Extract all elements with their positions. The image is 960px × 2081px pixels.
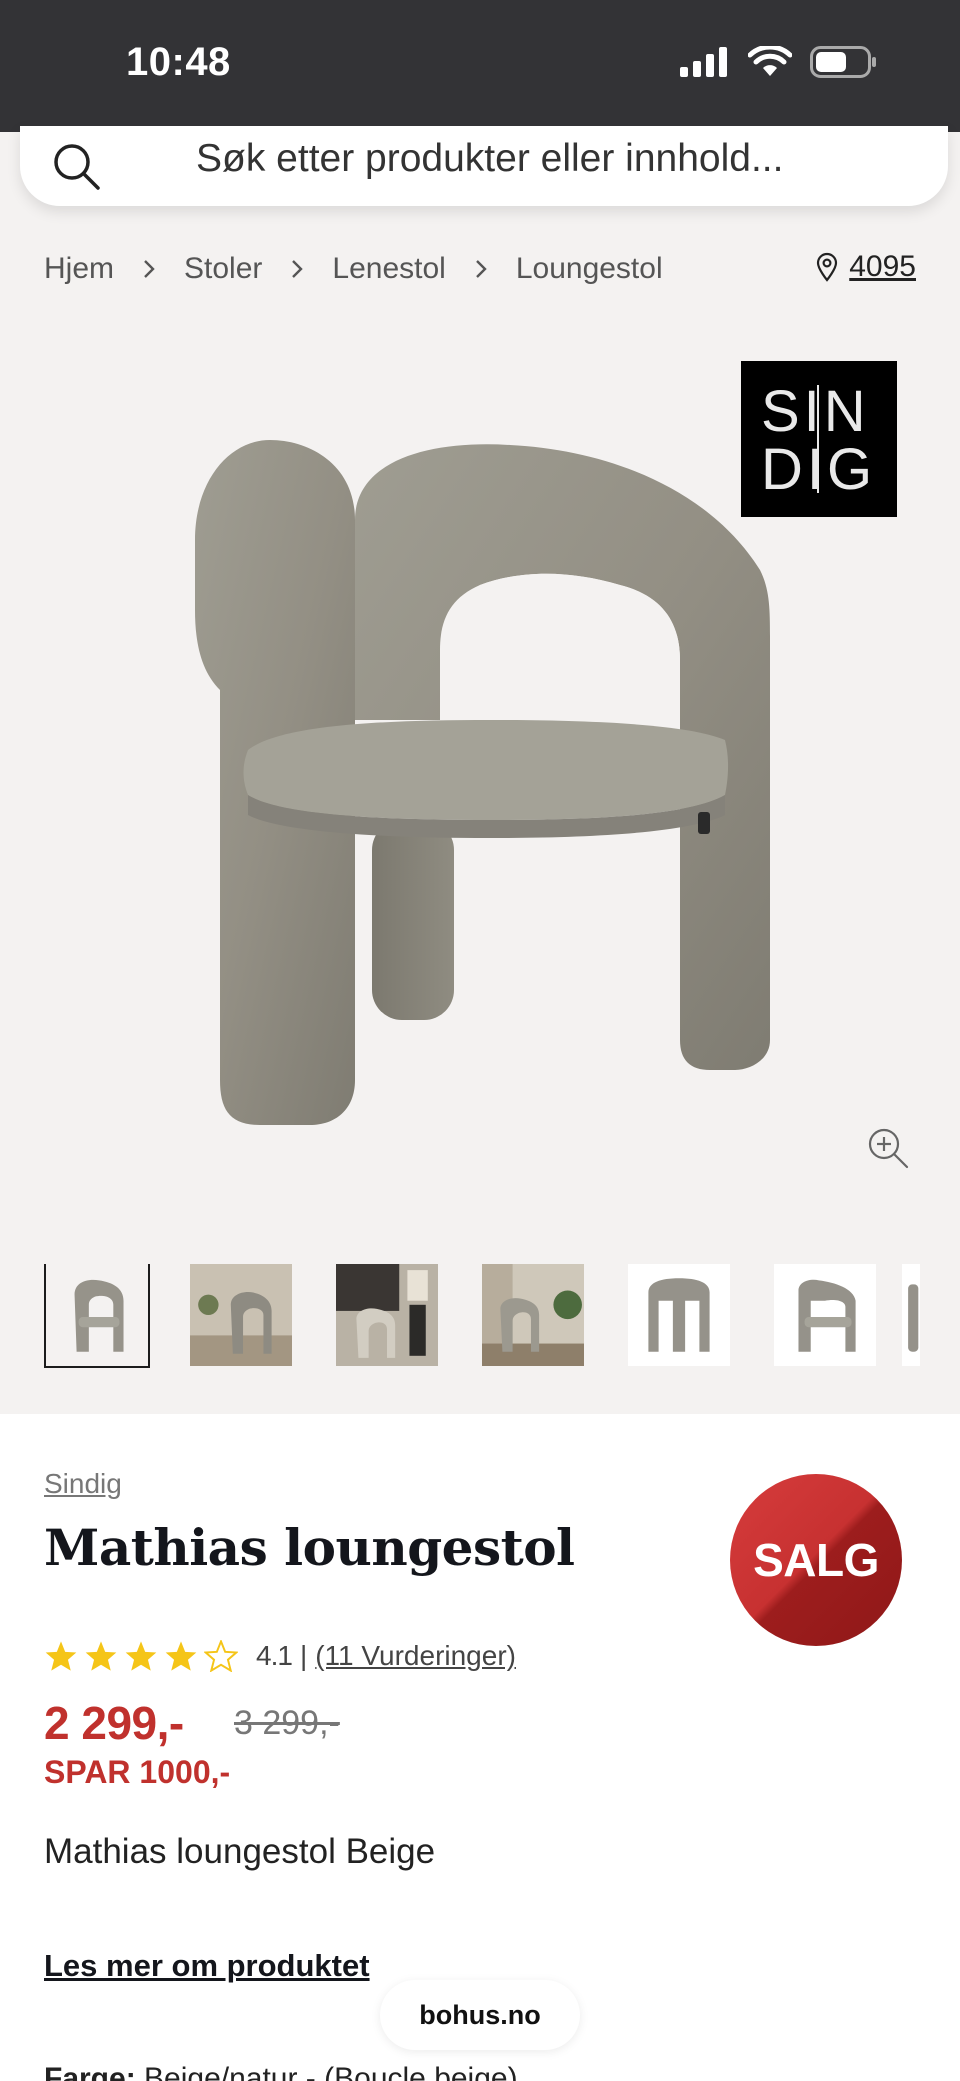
star-filled-icon bbox=[125, 1641, 157, 1671]
brand-logo-line2: DIG bbox=[761, 437, 877, 502]
breadcrumb-lenestol[interactable]: Lenestol bbox=[332, 252, 445, 286]
product-info: Sindig Mathias loungestol SALG 4.1 | (11… bbox=[0, 1414, 960, 2081]
search-input[interactable]: Søk etter produkter eller innhold... bbox=[196, 137, 783, 181]
thumbnail-chair-side[interactable] bbox=[774, 1264, 876, 1366]
search-icon bbox=[54, 144, 100, 190]
breadcrumb-home[interactable]: Hjem bbox=[44, 252, 114, 286]
color-row: Farge: Beige/natur - (Boucle beige) bbox=[44, 2062, 518, 2081]
old-price: 3 299,- bbox=[234, 1704, 340, 1742]
chevron-right-icon bbox=[142, 258, 156, 280]
zoom-in-icon[interactable] bbox=[866, 1126, 910, 1170]
saving-text: SPAR 1000,- bbox=[44, 1754, 231, 1790]
current-price: 2 299,- bbox=[44, 1697, 184, 1749]
thumbnail-chair-back[interactable] bbox=[628, 1264, 730, 1366]
color-value: Beige/natur - (Boucle beige) bbox=[144, 2062, 518, 2081]
rating-value: 4.1 bbox=[256, 1640, 293, 1671]
signal-icon bbox=[680, 47, 727, 77]
thumbnail-chair-room-1[interactable] bbox=[190, 1264, 292, 1366]
color-label: Farge: bbox=[44, 2062, 136, 2081]
brand-logo-line1: SIN bbox=[761, 379, 870, 444]
breadcrumb-stoler[interactable]: Stoler bbox=[184, 252, 262, 286]
domain-pill[interactable]: bohus.no bbox=[380, 1980, 580, 2050]
thumbnail-strip bbox=[44, 1264, 920, 1370]
star-filled-icon bbox=[165, 1641, 197, 1671]
reviews-link[interactable]: (11 Vurderinger) bbox=[315, 1640, 516, 1672]
status-time: 10:48 bbox=[126, 40, 231, 84]
search-bar[interactable]: Søk etter produkter eller innhold... bbox=[20, 126, 948, 206]
wifi-icon bbox=[748, 46, 792, 76]
product-title: Mathias loungestol bbox=[44, 1518, 575, 1577]
product-description: Mathias loungestol Beige bbox=[44, 1832, 436, 1871]
chevron-right-icon bbox=[290, 258, 304, 280]
postcode-link[interactable]: 4095 bbox=[849, 250, 916, 284]
sale-badge: SALG bbox=[730, 1474, 902, 1646]
thumbnail-chair-partial[interactable] bbox=[902, 1264, 920, 1366]
status-icons bbox=[680, 46, 878, 78]
star-filled-icon bbox=[85, 1641, 117, 1671]
chevron-right-icon bbox=[474, 258, 488, 280]
star-filled-icon bbox=[45, 1641, 77, 1671]
thumbnail-chair-front[interactable] bbox=[44, 1264, 150, 1368]
read-more-link[interactable]: Les mer om produktet bbox=[44, 1948, 370, 1984]
thumbnail-chair-room-2[interactable] bbox=[336, 1264, 438, 1366]
brand-link[interactable]: Sindig bbox=[44, 1468, 122, 1500]
battery-icon bbox=[810, 46, 876, 78]
breadcrumb-loungestol[interactable]: Loungestol bbox=[516, 252, 663, 286]
rating-stars bbox=[44, 1640, 238, 1672]
status-bar: 10:48 bbox=[0, 0, 960, 132]
rating-divider: | bbox=[299, 1640, 308, 1671]
breadcrumb: Hjem Stoler Lenestol Loungestol bbox=[44, 252, 663, 286]
thumbnail-chair-room-3[interactable] bbox=[482, 1264, 584, 1366]
product-image[interactable] bbox=[150, 420, 790, 1140]
rating: 4.1 | (11 Vurderinger) bbox=[44, 1640, 516, 1672]
store-location[interactable]: 4095 bbox=[815, 250, 916, 284]
star-empty-icon bbox=[204, 1640, 238, 1672]
location-pin-icon bbox=[817, 252, 838, 282]
brand-logo: SIN DIG bbox=[741, 361, 897, 517]
